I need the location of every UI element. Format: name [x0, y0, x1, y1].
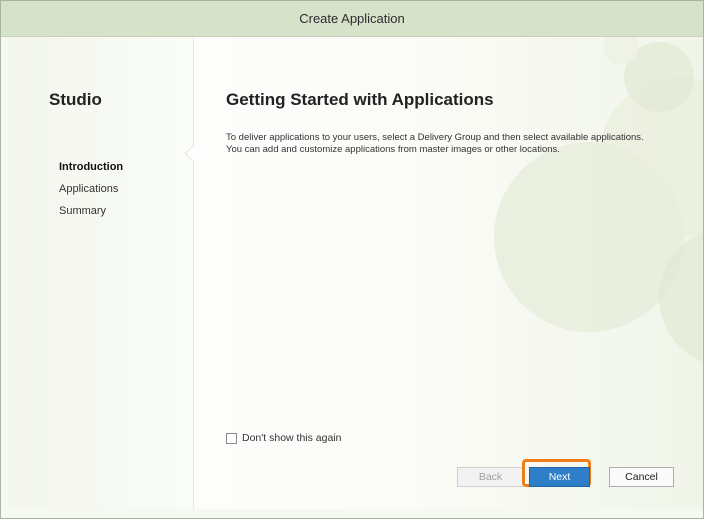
step-introduction[interactable]: Introduction — [59, 156, 123, 178]
window-title: Create Application — [299, 11, 405, 26]
studio-brand: Studio — [49, 90, 102, 109]
title-bar: Create Application — [1, 1, 703, 37]
cancel-button[interactable]: Cancel — [609, 467, 674, 487]
dont-show-again-option[interactable]: Don't show this again — [226, 432, 341, 444]
step-summary[interactable]: Summary — [59, 200, 123, 222]
wizard-steps: Introduction Applications Summary — [59, 156, 123, 222]
dont-show-again-label: Don't show this again — [242, 432, 342, 444]
page-title: Getting Started with Applications — [226, 90, 494, 109]
dont-show-again-checkbox[interactable] — [226, 432, 237, 444]
wizard-sidebar: Studio Introduction Applications Summary — [9, 37, 194, 509]
step-applications[interactable]: Applications — [59, 178, 123, 200]
back-button[interactable]: Back — [457, 467, 524, 487]
next-button[interactable]: Next — [529, 467, 590, 487]
create-application-window: Create Application Studio Introduction A… — [0, 0, 704, 519]
page-description: To deliver applications to your users, s… — [226, 132, 644, 155]
wizard-content: Studio Introduction Applications Summary… — [9, 37, 703, 509]
